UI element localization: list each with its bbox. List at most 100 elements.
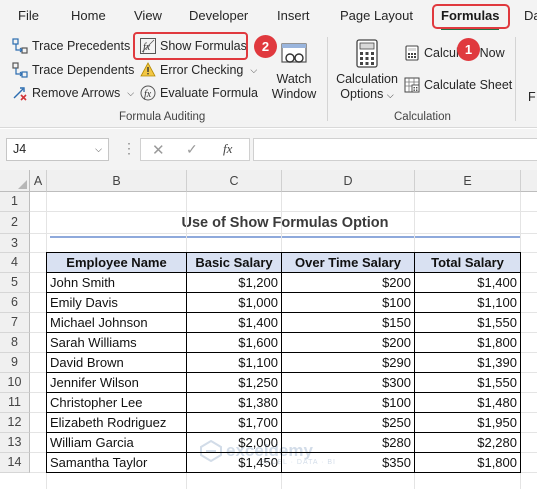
- row-header-5[interactable]: 5: [0, 273, 30, 293]
- table-cell-employee-name[interactable]: Michael Johnson: [47, 313, 187, 333]
- svg-text:fx: fx: [144, 89, 152, 100]
- watch-window-label-2: Window: [271, 87, 317, 101]
- row-header-12[interactable]: 12: [0, 413, 30, 433]
- tab-insert[interactable]: Insert: [277, 0, 310, 31]
- table-cell-overtime-salary[interactable]: $290: [282, 353, 415, 373]
- tab-developer[interactable]: Developer: [189, 0, 248, 31]
- trace-precedents-button[interactable]: Trace Precedents: [12, 36, 130, 56]
- calculate-sheet-button[interactable]: Calculate Sheet: [404, 75, 512, 95]
- table-cell-overtime-salary[interactable]: $100: [282, 393, 415, 413]
- column-header-b[interactable]: B: [47, 170, 187, 192]
- table-cell-employee-name[interactable]: Jennifer Wilson: [47, 373, 187, 393]
- error-checking-button[interactable]: Error Checking ⌵: [140, 60, 257, 80]
- column-header-d[interactable]: D: [282, 170, 415, 192]
- column-header-a[interactable]: A: [30, 170, 47, 192]
- table-cell-total-salary[interactable]: $1,390: [415, 353, 521, 373]
- table-cell-overtime-salary[interactable]: $250: [282, 413, 415, 433]
- table-header-overtime-salary[interactable]: Over Time Salary: [282, 253, 415, 273]
- row-header-2[interactable]: 2: [0, 212, 30, 234]
- watch-window-button[interactable]: Watch Window: [271, 39, 317, 102]
- row-header-9[interactable]: 9: [0, 353, 30, 373]
- name-box[interactable]: J4 ⌵: [6, 138, 109, 161]
- table-header-employee-name[interactable]: Employee Name: [47, 253, 187, 273]
- row-header-8[interactable]: 8: [0, 333, 30, 353]
- table-cell-basic-salary[interactable]: $1,600: [187, 333, 282, 353]
- chevron-down-icon[interactable]: ⌵: [250, 65, 257, 76]
- row-header-3[interactable]: 3: [0, 234, 30, 253]
- tab-view[interactable]: View: [134, 0, 162, 31]
- trace-dependents-button[interactable]: Trace Dependents: [12, 60, 134, 80]
- table-cell-overtime-salary[interactable]: $200: [282, 273, 415, 293]
- row-header-6[interactable]: 6: [0, 293, 30, 313]
- table-cell-total-salary[interactable]: $1,100: [415, 293, 521, 313]
- chevron-down-icon[interactable]: ⌵: [95, 139, 102, 160]
- row-header-13[interactable]: 13: [0, 433, 30, 453]
- table-cell-overtime-salary[interactable]: $150: [282, 313, 415, 333]
- chevron-down-icon[interactable]: ⌵: [127, 88, 134, 99]
- insert-function-icon[interactable]: fx: [223, 141, 232, 157]
- table-cell-overtime-salary[interactable]: $280: [282, 433, 415, 453]
- tab-page-layout[interactable]: Page Layout: [340, 0, 413, 31]
- table-cell-employee-name[interactable]: Samantha Taylor: [47, 453, 187, 473]
- watch-window-icon: [281, 43, 307, 63]
- calculation-options-label-2: Options ⌵: [340, 87, 393, 103]
- table-cell-employee-name[interactable]: Emily Davis: [47, 293, 187, 313]
- row-header-11[interactable]: 11: [0, 393, 30, 413]
- calculation-group-label: Calculation: [394, 111, 451, 123]
- cancel-icon[interactable]: ✕: [152, 141, 165, 159]
- table-cell-basic-salary[interactable]: $1,380: [187, 393, 282, 413]
- table-cell-overtime-salary[interactable]: $100: [282, 293, 415, 313]
- column-header-e[interactable]: E: [415, 170, 521, 192]
- formula-bar-resize-handle[interactable]: ⋮: [122, 140, 136, 157]
- table-cell-basic-salary[interactable]: $1,000: [187, 293, 282, 313]
- table-cell-basic-salary[interactable]: $2,000: [187, 433, 282, 453]
- table-cell-overtime-salary[interactable]: $350: [282, 453, 415, 473]
- table-cell-total-salary[interactable]: $1,800: [415, 333, 521, 353]
- enter-icon[interactable]: ✓: [186, 141, 198, 158]
- evaluate-formula-button[interactable]: fx Evaluate Formula: [140, 83, 258, 103]
- row-header-1[interactable]: 1: [0, 192, 30, 212]
- row-header-10[interactable]: 10: [0, 373, 30, 393]
- tab-data[interactable]: Da: [524, 0, 537, 31]
- table-header-basic-salary[interactable]: Basic Salary: [187, 253, 282, 273]
- table-cell-basic-salary[interactable]: $1,200: [187, 273, 282, 293]
- row-header-14[interactable]: 14: [0, 453, 30, 473]
- table-cell-basic-salary[interactable]: $1,450: [187, 453, 282, 473]
- table-cell-total-salary[interactable]: $1,400: [415, 273, 521, 293]
- table-cell-overtime-salary[interactable]: $200: [282, 333, 415, 353]
- table-cell-total-salary[interactable]: $2,280: [415, 433, 521, 453]
- table-cell-overtime-salary[interactable]: $300: [282, 373, 415, 393]
- table-cell-total-salary[interactable]: $1,550: [415, 373, 521, 393]
- tab-file[interactable]: File: [18, 0, 39, 31]
- title-underline: [50, 236, 520, 238]
- formula-auditing-group-label: Formula Auditing: [119, 111, 206, 123]
- row-header-4[interactable]: 4: [0, 253, 30, 273]
- gridline: [30, 233, 537, 234]
- table-cell-employee-name[interactable]: Christopher Lee: [47, 393, 187, 413]
- table-header-total-salary[interactable]: Total Salary: [415, 253, 521, 273]
- table-cell-employee-name[interactable]: Elizabeth Rodriguez: [47, 413, 187, 433]
- worksheet-grid[interactable]: Use of Show Formulas Option exceldemy EX…: [0, 170, 537, 489]
- step-badge-2: 2: [254, 35, 277, 58]
- table-cell-total-salary[interactable]: $1,950: [415, 413, 521, 433]
- calculate-now-button[interactable]: Calculate Now: [404, 43, 505, 63]
- table-cell-employee-name[interactable]: Sarah Williams: [47, 333, 187, 353]
- table-cell-employee-name[interactable]: William Garcia: [47, 433, 187, 453]
- table-cell-total-salary[interactable]: $1,550: [415, 313, 521, 333]
- select-all-corner[interactable]: [0, 170, 30, 192]
- table-cell-total-salary[interactable]: $1,800: [415, 453, 521, 473]
- table-cell-basic-salary[interactable]: $1,100: [187, 353, 282, 373]
- table-cell-basic-salary[interactable]: $1,250: [187, 373, 282, 393]
- formula-input[interactable]: [253, 138, 537, 161]
- group-separator: [515, 37, 516, 121]
- table-cell-employee-name[interactable]: David Brown: [47, 353, 187, 373]
- table-cell-total-salary[interactable]: $1,480: [415, 393, 521, 413]
- tab-home[interactable]: Home: [71, 0, 106, 31]
- table-cell-basic-salary[interactable]: $1,400: [187, 313, 282, 333]
- column-header-c[interactable]: C: [187, 170, 282, 192]
- table-cell-basic-salary[interactable]: $1,700: [187, 413, 282, 433]
- calculation-options-button[interactable]: Calculation Options ⌵: [334, 39, 400, 103]
- remove-arrows-button[interactable]: Remove Arrows ⌵: [12, 83, 134, 103]
- row-header-7[interactable]: 7: [0, 313, 30, 333]
- table-cell-employee-name[interactable]: John Smith: [47, 273, 187, 293]
